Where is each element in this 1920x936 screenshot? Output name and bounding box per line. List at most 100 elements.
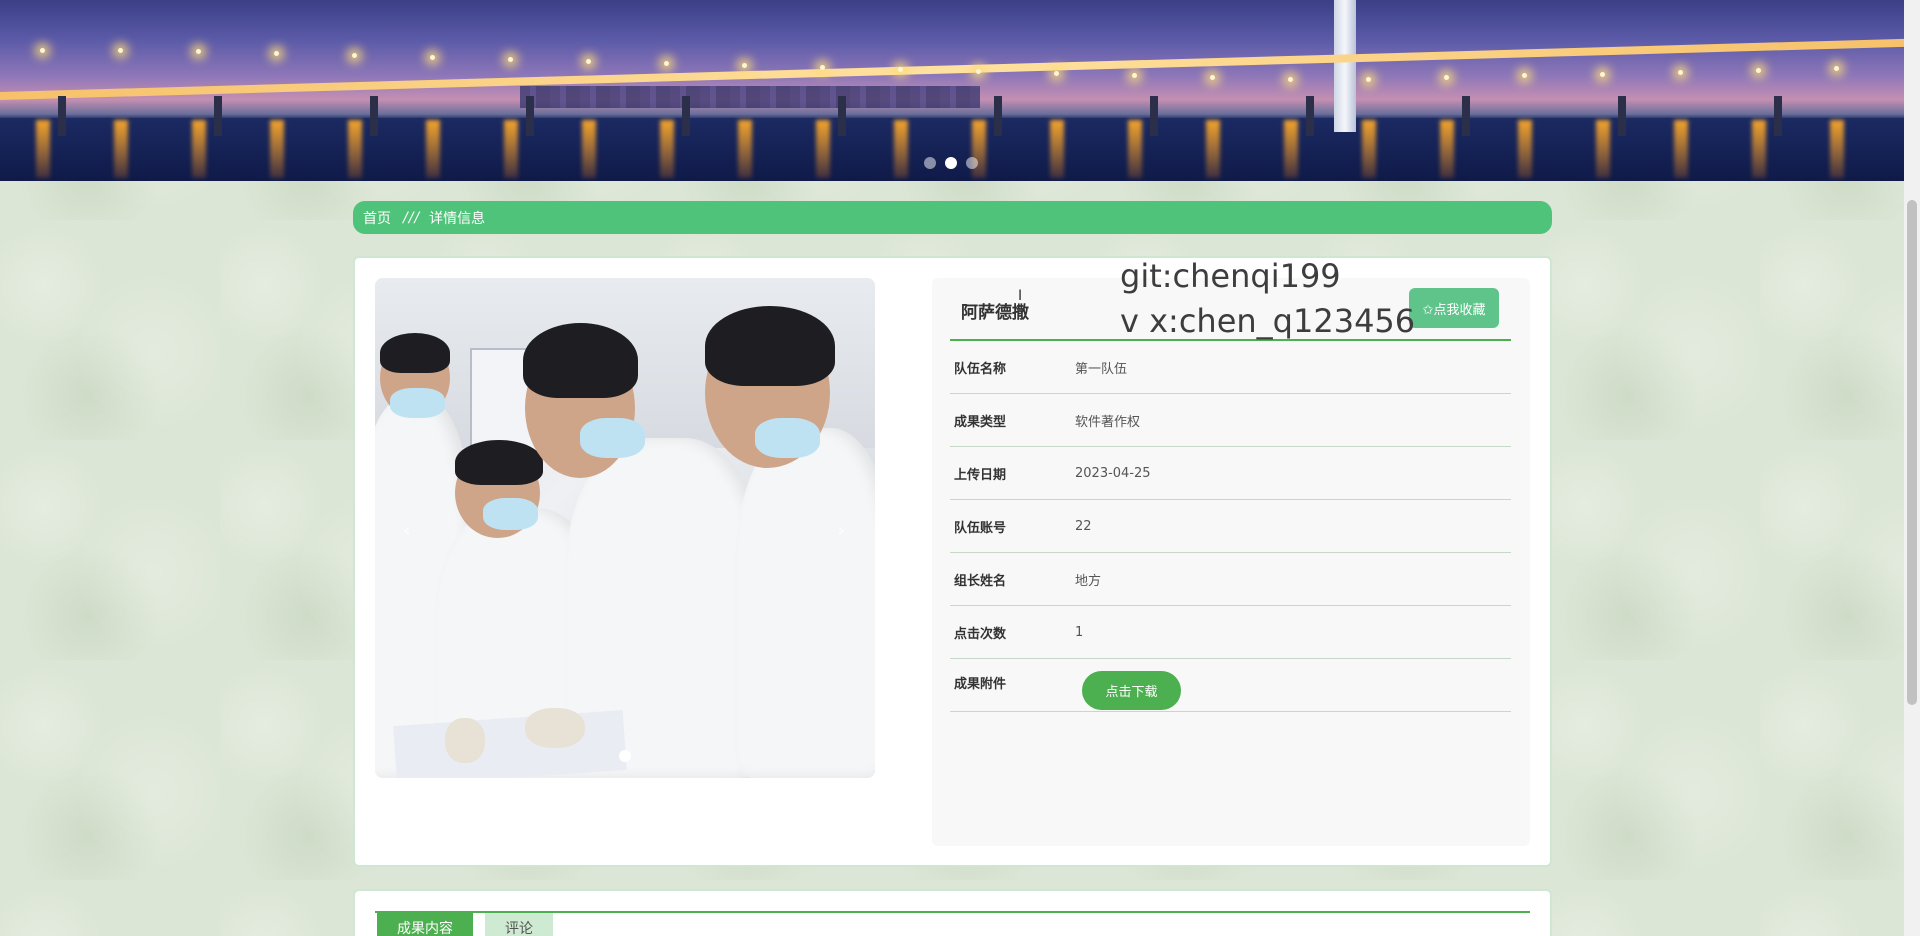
- breadcrumb-home[interactable]: 首页: [363, 208, 391, 228]
- banner-dot-active[interactable]: [945, 157, 957, 169]
- light-reflection: [1362, 120, 1376, 178]
- info-row: 成果类型 软件著作权: [950, 394, 1511, 447]
- gallery-dot[interactable]: [619, 750, 631, 762]
- light-reflection: [972, 120, 986, 178]
- bridge-lamp: [118, 48, 123, 53]
- light-reflection: [582, 120, 596, 178]
- bridge-lamp: [1132, 72, 1137, 78]
- bridge-lamp: [1600, 71, 1605, 77]
- bridge-lamp: [898, 66, 903, 72]
- breadcrumb-current: 详情信息: [429, 210, 486, 227]
- attachment-label: 成果附件: [954, 677, 1007, 692]
- image-gallery[interactable]: ‹ ›: [375, 278, 875, 778]
- light-reflection: [1128, 120, 1142, 178]
- gallery-prev-icon[interactable]: ‹: [403, 518, 411, 542]
- bridge-lamp: [40, 48, 45, 53]
- light-reflection: [1752, 120, 1766, 178]
- light-reflection: [270, 120, 284, 178]
- tab-content[interactable]: 成果内容: [377, 913, 473, 936]
- bridge-pillar: [214, 96, 222, 136]
- light-reflection: [1830, 120, 1844, 178]
- field-label: 队伍账号: [954, 520, 1007, 536]
- bridge-pillar: [838, 96, 846, 136]
- page-scrollbar[interactable]: [1904, 0, 1920, 936]
- bridge-pillar: [58, 96, 66, 136]
- field-label: 组长姓名: [954, 573, 1007, 589]
- info-row: 队伍名称 第一队伍: [950, 341, 1511, 394]
- info-row: 队伍账号 22: [950, 500, 1511, 553]
- info-rows: 队伍名称 第一队伍 成果类型 软件著作权 上传日期 2023-04-25 队伍账…: [950, 341, 1511, 712]
- bridge-lamp: [1288, 76, 1293, 82]
- light-reflection: [660, 120, 674, 178]
- light-reflection: [114, 120, 128, 178]
- bridge-lamp: [196, 49, 201, 55]
- light-reflection: [348, 120, 362, 178]
- field-value: 22: [1075, 518, 1092, 534]
- light-reflection: [192, 120, 206, 178]
- watermark-line2: v x:chen_q123456: [1120, 302, 1416, 340]
- info-row: 组长姓名 地方: [950, 553, 1511, 606]
- banner-dots[interactable]: [924, 157, 978, 169]
- attachment-row: 成果附件 点击下载: [950, 659, 1511, 712]
- bridge-pillar: [682, 96, 690, 136]
- bridge-lamp: [1522, 73, 1527, 79]
- bridge-pillar: [1306, 96, 1314, 136]
- bridge-lamp: [508, 57, 513, 63]
- light-reflection: [1674, 120, 1688, 178]
- bridge-pillar: [370, 96, 378, 136]
- bridge-pillar: [994, 96, 1002, 136]
- breadcrumb: 首页 /// 详情信息: [353, 201, 1552, 234]
- field-value: 软件著作权: [1075, 414, 1141, 430]
- tab-comments[interactable]: 评论: [485, 913, 553, 936]
- banner-dot[interactable]: [924, 157, 936, 169]
- field-label: 队伍名称: [954, 361, 1007, 377]
- bridge-pillar: [526, 96, 534, 136]
- bridge-pillar: [1618, 96, 1626, 136]
- bridge-lamp: [1756, 67, 1761, 73]
- info-panel: 阿萨德撒 I ✩点我收藏 队伍名称 第一队伍 成果类型 软件著作权 上传日期 2…: [932, 278, 1530, 846]
- bridge-lamp: [352, 53, 357, 59]
- info-row: 点击次数 1: [950, 606, 1511, 659]
- banner-carousel[interactable]: [0, 0, 1904, 181]
- watermark-line1: git:chenqi199: [1120, 257, 1341, 295]
- bridge-lamp: [1834, 65, 1839, 71]
- download-button[interactable]: 点击下载: [1082, 671, 1181, 710]
- bridge-lamp: [1210, 74, 1215, 80]
- light-reflection: [738, 120, 752, 178]
- bridge-pillar: [1462, 96, 1470, 136]
- bridge-lamp: [742, 63, 747, 69]
- banner-bridge-tower: [1334, 0, 1356, 132]
- banner-dot[interactable]: [966, 157, 978, 169]
- bridge-lamp: [1054, 70, 1059, 76]
- field-value: 2023-04-25: [1075, 465, 1151, 481]
- bridge-lamp: [274, 51, 279, 57]
- bridge-lamp: [430, 55, 435, 61]
- field-value: 1: [1075, 624, 1084, 640]
- bridge-pillar: [1774, 96, 1782, 136]
- bridge-pillar: [1150, 96, 1158, 136]
- detail-card: ‹ › 阿萨德撒 I ✩点我收藏 队伍名称 第一队伍 成果类型 软件著作权 上传…: [353, 256, 1552, 867]
- light-reflection: [426, 120, 440, 178]
- field-label: 成果类型: [954, 414, 1007, 430]
- field-label: 点击次数: [954, 626, 1007, 642]
- banner-city-skyline: [520, 86, 980, 108]
- bridge-lamp: [1444, 75, 1449, 81]
- favorite-button[interactable]: ✩点我收藏: [1409, 288, 1499, 328]
- bridge-lamp: [976, 68, 981, 74]
- light-reflection: [1050, 120, 1064, 178]
- field-label: 上传日期: [954, 467, 1007, 483]
- text-cursor-icon: I: [1018, 288, 1023, 304]
- gallery-next-icon[interactable]: ›: [837, 518, 845, 542]
- breadcrumb-separator: ///: [403, 209, 421, 226]
- bridge-lamp: [586, 59, 591, 65]
- light-reflection: [894, 120, 908, 178]
- bridge-lamp: [1678, 69, 1683, 75]
- light-reflection: [1206, 120, 1220, 178]
- scrollbar-thumb[interactable]: [1907, 200, 1917, 705]
- light-reflection: [1440, 120, 1454, 178]
- watermark-overlay: git:chenqi199 v x:chen_q123456: [1120, 254, 1415, 344]
- light-reflection: [504, 120, 518, 178]
- light-reflection: [1284, 120, 1298, 178]
- info-row: 上传日期 2023-04-25: [950, 447, 1511, 500]
- bridge-lamp: [664, 61, 669, 67]
